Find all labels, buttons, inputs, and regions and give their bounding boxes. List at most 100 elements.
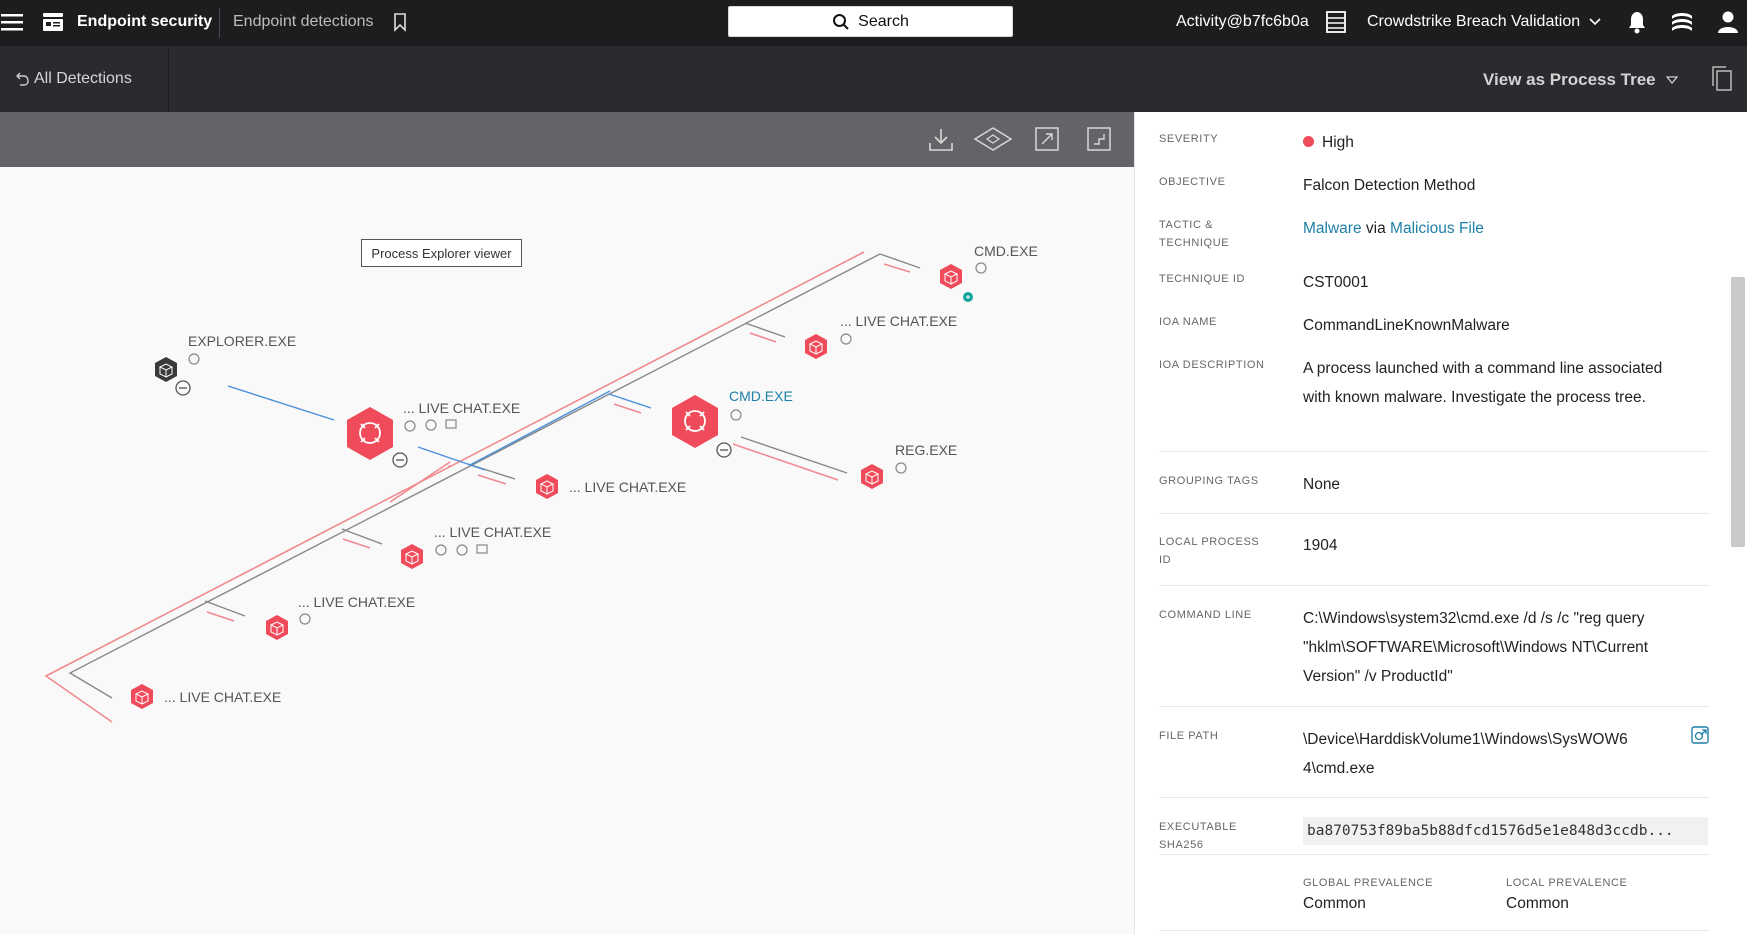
label-live-chat-2: ... LIVE CHAT.EXE	[840, 313, 957, 329]
process-tree-graph: EXPLORER.EXE ... LIVE CHAT.EXE CMD.EXE C…	[44, 243, 1038, 723]
bell-icon	[1629, 12, 1645, 34]
app-icon	[41, 10, 65, 34]
node-cmd-selected[interactable]: CMD.EXE	[672, 388, 793, 458]
node-live-chat-2[interactable]: ... LIVE CHAT.EXE	[805, 313, 957, 359]
back-label: All Detections	[34, 70, 132, 87]
view-mode-label: View as Process Tree	[1483, 70, 1656, 89]
local-process-id-label: LOCAL PROCESS ID	[1159, 536, 1260, 566]
label-cmd-top: CMD.EXE	[974, 243, 1038, 259]
process-tree-canvas[interactable]: Process Explorer viewer EXPLORER.EXE ...…	[0, 167, 1134, 934]
user-menu-button[interactable]	[1716, 9, 1740, 35]
main-edge-red	[44, 251, 865, 723]
file-path-label: FILE PATH	[1159, 730, 1219, 742]
node-explorer[interactable]: EXPLORER.EXE	[155, 333, 296, 396]
fit-view-button[interactable]	[1033, 125, 1061, 153]
divider	[1159, 585, 1709, 586]
tenant-selector[interactable]: Crowdstrike Breach Validation	[1367, 13, 1602, 31]
top-bar: Endpoint security Endpoint detections Se…	[0, 0, 1747, 46]
detection-subheader: All Detections View as Process Tree	[0, 46, 1747, 112]
label-live-chat-6: ... LIVE CHAT.EXE	[164, 689, 281, 705]
bookmark-button[interactable]	[392, 12, 408, 32]
fit-icon	[1035, 127, 1059, 151]
back-to-detections-link[interactable]: All Detections	[16, 70, 132, 88]
grid-icon	[1326, 11, 1346, 33]
customer-grid-button[interactable]	[1325, 10, 1347, 34]
divider	[1159, 513, 1709, 514]
technique-id-value: CST0001	[1303, 274, 1369, 291]
node-reg[interactable]: REG.EXE	[861, 442, 957, 489]
label-explorer: EXPLORER.EXE	[188, 333, 296, 349]
divider	[1159, 451, 1709, 452]
search-label: Search	[858, 12, 909, 30]
ioa-name-value: CommandLineKnownMalware	[1303, 317, 1510, 334]
bookmark-icon	[394, 13, 406, 32]
ioa-description-value: A process launched with a command line a…	[1303, 360, 1663, 406]
notifications-button[interactable]	[1625, 9, 1649, 35]
global-prevalence-value: Common	[1303, 895, 1366, 912]
command-line-value: C:\Windows\system32\cmd.exe /d /s /c "re…	[1303, 610, 1649, 685]
local-prevalence-value: Common	[1506, 895, 1569, 912]
tenant-label: Crowdstrike Breach Validation	[1367, 13, 1581, 30]
severity-value: High	[1303, 128, 1708, 157]
stack-icon	[1672, 13, 1692, 31]
header-divider	[219, 8, 220, 38]
severity-label: SEVERITY	[1159, 133, 1219, 145]
undo-arrow-icon	[16, 72, 29, 86]
label-live-chat-5: ... LIVE CHAT.EXE	[298, 594, 415, 610]
label-cmd-selected: CMD.EXE	[729, 388, 793, 404]
technique-link[interactable]: Malicious File	[1390, 220, 1484, 237]
search-icon	[833, 13, 849, 30]
node-live-chat-4[interactable]: ... LIVE CHAT.EXE	[401, 524, 551, 569]
objective-label: OBJECTIVE	[1159, 176, 1226, 188]
local-prevalence-label: LOCAL PREVALENCE	[1506, 877, 1628, 889]
tactic-value: Malware via Malicious File	[1303, 220, 1484, 237]
objective-link[interactable]: Falcon Detection Method	[1303, 171, 1708, 200]
open-external-icon[interactable]	[1690, 725, 1710, 745]
subbar-divider	[168, 46, 169, 112]
user-label[interactable]: Activity@b7fc6b0a	[1176, 13, 1309, 31]
label-live-chat-main: ... LIVE CHAT.EXE	[403, 400, 520, 416]
sha256-value[interactable]: ba870753f89ba5b88dfcd1576d5e1e848d3ccdb.…	[1303, 817, 1708, 845]
view-mode-dropdown[interactable]: View as Process Tree	[1483, 70, 1678, 90]
app-title[interactable]: Endpoint security	[77, 13, 212, 31]
command-line-label: COMMAND LINE	[1159, 609, 1252, 621]
isometric-view-button[interactable]	[973, 126, 1013, 152]
divider	[1159, 930, 1709, 931]
file-path-value: \Device\HarddiskVolume1\Windows\SysWOW6 4…	[1303, 731, 1628, 777]
label-live-chat-4: ... LIVE CHAT.EXE	[434, 524, 551, 540]
node-live-chat-5[interactable]: ... LIVE CHAT.EXE	[266, 594, 415, 640]
divider	[1159, 797, 1709, 798]
node-live-chat-main[interactable]: ... LIVE CHAT.EXE	[347, 400, 520, 468]
stack-button[interactable]	[1670, 10, 1694, 34]
copy-button[interactable]	[1710, 65, 1734, 93]
download-button[interactable]	[927, 125, 955, 153]
global-prevalence-label: GLOBAL PREVALENCE	[1303, 877, 1434, 889]
ioa-name-label: IOA NAME	[1159, 316, 1217, 328]
expand-view-button[interactable]	[1085, 125, 1113, 153]
copy-icon	[1712, 66, 1732, 91]
isometric-icon	[973, 127, 1013, 151]
section-title[interactable]: Endpoint detections	[233, 13, 374, 31]
node-live-chat-3[interactable]: ... LIVE CHAT.EXE	[536, 474, 686, 499]
menu-icon	[1, 14, 23, 31]
graph-toolbar	[0, 112, 1134, 167]
sha256-label: EXECUTABLE SHA256	[1159, 821, 1237, 851]
technique-id-label: TECHNIQUE ID	[1159, 273, 1246, 285]
node-cmd-top[interactable]: CMD.EXE	[940, 243, 1038, 302]
menu-button[interactable]	[0, 10, 24, 34]
chevron-down-icon	[1589, 18, 1601, 26]
local-process-id-value: 1904	[1303, 537, 1338, 554]
label-live-chat-3: ... LIVE CHAT.EXE	[569, 479, 686, 495]
main-edge-grey	[68, 253, 881, 699]
severity-dot-icon	[1303, 136, 1314, 148]
node-live-chat-6[interactable]: ... LIVE CHAT.EXE	[131, 684, 281, 709]
tactic-link[interactable]: Malware	[1303, 220, 1362, 237]
ioa-description-label: IOA DESCRIPTION	[1159, 359, 1265, 371]
tactic-label: TACTIC & TECHNIQUE	[1159, 219, 1230, 249]
panel-scrollbar[interactable]	[1731, 277, 1745, 547]
label-reg: REG.EXE	[895, 442, 957, 458]
search-button[interactable]: Search	[728, 6, 1013, 37]
caret-down-icon	[1665, 76, 1678, 85]
user-icon	[1718, 11, 1738, 33]
download-icon	[929, 129, 953, 151]
